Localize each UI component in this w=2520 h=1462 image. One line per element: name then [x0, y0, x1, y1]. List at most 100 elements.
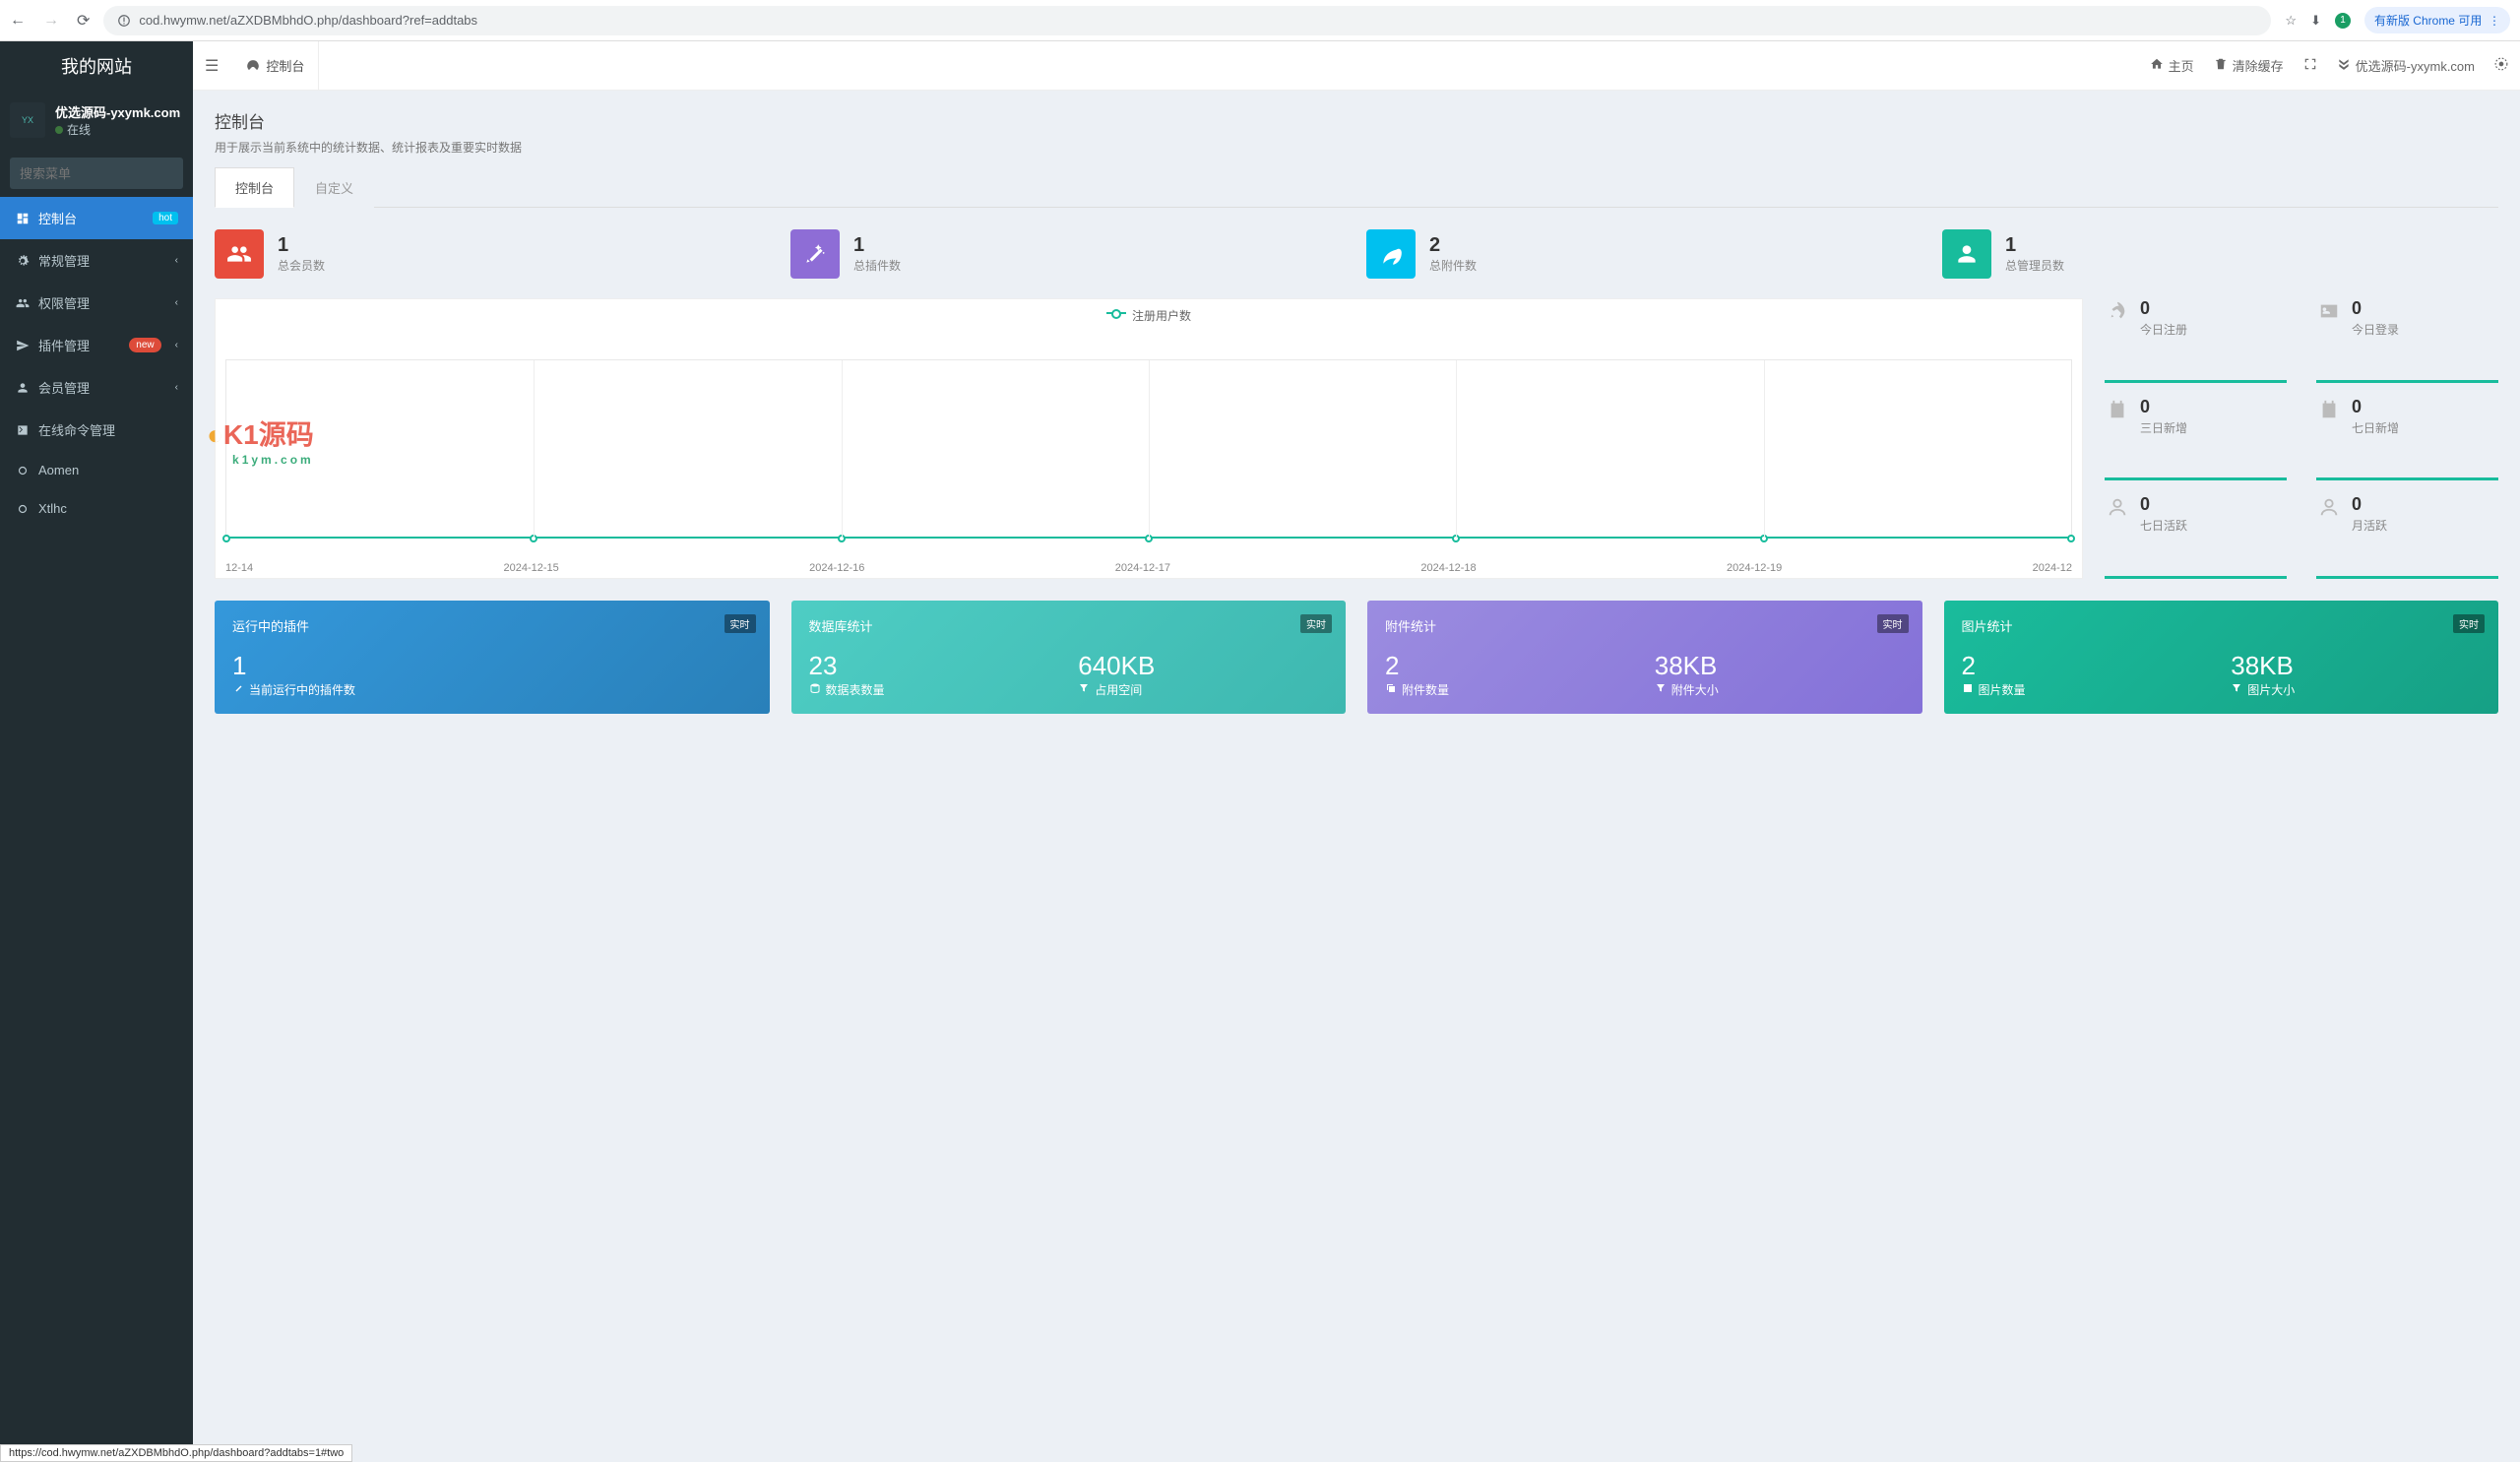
panel-1[interactable]: 数据库统计实时23数据表数量640KB占用空间 [791, 601, 1347, 714]
sidebar-item-label: 控制台 [38, 209, 77, 227]
sidebar-item-3[interactable]: 插件管理new‹ [0, 324, 193, 366]
user-icon [15, 381, 31, 395]
url-text: cod.hwymw.net/aZXDBMbhdO.php/dashboard?r… [139, 13, 477, 28]
sidebar-item-4[interactable]: 会员管理‹ [0, 366, 193, 409]
user-icon [1942, 229, 1991, 279]
user-name: 优选源码-yxymk.com [55, 102, 180, 121]
chevron-left-icon: ‹ [175, 297, 178, 308]
topbar-action-2[interactable] [2303, 57, 2317, 74]
magic-icon [232, 682, 244, 697]
copy-icon [1385, 682, 1397, 697]
status-bar: https://cod.hwymw.net/aZXDBMbhdO.php/das… [0, 1444, 352, 1462]
stat-card-2[interactable]: 2总附件数 [1366, 229, 1922, 279]
user-o-icon [2316, 494, 2342, 520]
profile-badge[interactable]: 1 [2335, 13, 2351, 29]
panel-sub: 附件数量 [1385, 681, 1635, 698]
sidebar-item-1[interactable]: 常规管理‹ [0, 239, 193, 282]
panel-3[interactable]: 图片统计实时2图片数量38KB图片大小 [1944, 601, 2499, 714]
side-stat-label: 今日注册 [2140, 321, 2187, 338]
chart-box: 注册用户数 12-142024-12-152024-12-162024-12-1… [215, 298, 2083, 579]
panel-big-value: 640KB [1078, 651, 1328, 681]
reload-icon[interactable]: ⟳ [77, 11, 90, 31]
side-stat-3[interactable]: 0七日新增 [2316, 397, 2498, 481]
search-input[interactable] [20, 166, 193, 181]
users-icon [215, 229, 264, 279]
sidebar-item-0[interactable]: 控制台hot [0, 197, 193, 239]
stat-value: 1 [2005, 234, 2064, 257]
side-stat-1[interactable]: 0今日登录 [2316, 298, 2498, 383]
side-stat-5[interactable]: 0 月活跃 [2316, 494, 2498, 579]
side-stat-label: 月活跃 [2352, 517, 2387, 534]
topbar-action-4[interactable] [2494, 57, 2508, 74]
terminal-icon [15, 423, 31, 437]
stat-card-3[interactable]: 1总管理员数 [1942, 229, 2498, 279]
panel-badge: 实时 [724, 614, 756, 633]
sidebar-item-6[interactable]: Aomen [0, 451, 193, 489]
topbar-action-0[interactable]: 主页 [2150, 56, 2194, 75]
sidebar-search [0, 150, 193, 197]
panel-title: 运行中的插件 [232, 616, 752, 635]
side-stat-2[interactable]: 0三日新增 [2105, 397, 2287, 481]
side-stat-label: 七日活跃 [2140, 517, 2187, 534]
panel-big-value: 2 [1962, 651, 2212, 681]
topbar-action-label: 清除缓存 [2233, 56, 2284, 75]
stat-card-0[interactable]: 1总会员数 [215, 229, 771, 279]
side-stat-value: 0 [2140, 298, 2187, 319]
panel-big-value: 2 [1385, 651, 1635, 681]
side-stat-label: 今日登录 [2352, 321, 2399, 338]
chrome-update-button[interactable]: 有新版 Chrome 可用 ⋮ [2364, 7, 2510, 33]
panel-2[interactable]: 附件统计实时2附件数量38KB附件大小 [1367, 601, 1922, 714]
sidebar-toggle-icon[interactable]: ☰ [205, 56, 219, 76]
leaf-icon [1366, 229, 1416, 279]
side-stat-value: 0 [2140, 494, 2187, 515]
topbar-action-3[interactable]: 优选源码-yxymk.com [2337, 56, 2475, 75]
page-header: 控制台 用于展示当前系统中的统计数据、统计报表及重要实时数据 [215, 108, 2498, 156]
badge: new [129, 338, 160, 352]
rocket-icon [2105, 298, 2130, 324]
back-icon[interactable]: ← [10, 12, 26, 30]
xaxis-label: 2024-12-16 [809, 562, 864, 574]
xaxis-label: 12-14 [225, 562, 253, 574]
subtab-dashboard[interactable]: 控制台 [215, 167, 294, 208]
gears-icon [2494, 57, 2508, 74]
download-icon[interactable]: ⬇ [2310, 13, 2321, 29]
chart-legend: 注册用户数 [216, 299, 2082, 332]
sidebar-item-5[interactable]: 在线命令管理 [0, 409, 193, 451]
expand-icon [2303, 57, 2317, 74]
sidebar-item-7[interactable]: Xtlhc [0, 489, 193, 528]
topbar-tab[interactable]: 控制台 [232, 41, 319, 91]
stat-label: 总附件数 [1429, 257, 1477, 274]
plane-icon [15, 339, 31, 352]
chart-point[interactable] [222, 535, 230, 542]
topbar-action-label: 主页 [2169, 56, 2194, 75]
forward-icon[interactable]: → [43, 12, 59, 30]
sidebar-item-2[interactable]: 权限管理‹ [0, 282, 193, 324]
panel-big-value: 38KB [1655, 651, 1905, 681]
panel-0[interactable]: 运行中的插件实时1当前运行中的插件数 [215, 601, 770, 714]
sidebar-menu: 控制台hot常规管理‹权限管理‹插件管理new‹会员管理‹在线命令管理Aomen… [0, 197, 193, 528]
topbar-action-1[interactable]: 清除缓存 [2214, 56, 2284, 75]
chart-area[interactable] [216, 332, 2082, 558]
logo-icon [2337, 57, 2351, 74]
star-icon[interactable]: ☆ [2285, 13, 2297, 29]
side-stat-0[interactable]: 0 今日注册 [2105, 298, 2287, 383]
address-bar[interactable]: cod.hwymw.net/aZXDBMbhdO.php/dashboard?r… [103, 6, 2271, 35]
users-icon [15, 296, 31, 310]
brand-title[interactable]: 我的网站 [0, 41, 193, 91]
stat-label: 总会员数 [278, 257, 325, 274]
panel-sub: 数据表数量 [809, 681, 1059, 698]
filter-icon [1655, 682, 1667, 697]
sidebar: 我的网站 YX 优选源码-yxymk.com 在线 控制台hot常规管理‹权限管… [0, 41, 193, 1462]
stat-label: 总管理员数 [2005, 257, 2064, 274]
side-stat-4[interactable]: 0 七日活跃 [2105, 494, 2287, 579]
chart-point[interactable] [2067, 535, 2075, 542]
calendar-plus-icon [2316, 397, 2342, 422]
topbar-action-label: 优选源码-yxymk.com [2356, 56, 2475, 75]
xaxis-label: 2024-12-18 [1420, 562, 1476, 574]
subtab-custom[interactable]: 自定义 [294, 167, 374, 208]
side-stat-value: 0 [2352, 494, 2387, 515]
xaxis-label: 2024-12-17 [1115, 562, 1170, 574]
trash-icon [2214, 57, 2228, 74]
stat-card-1[interactable]: 1总插件数 [790, 229, 1347, 279]
panel-big-value: 38KB [2231, 651, 2481, 681]
